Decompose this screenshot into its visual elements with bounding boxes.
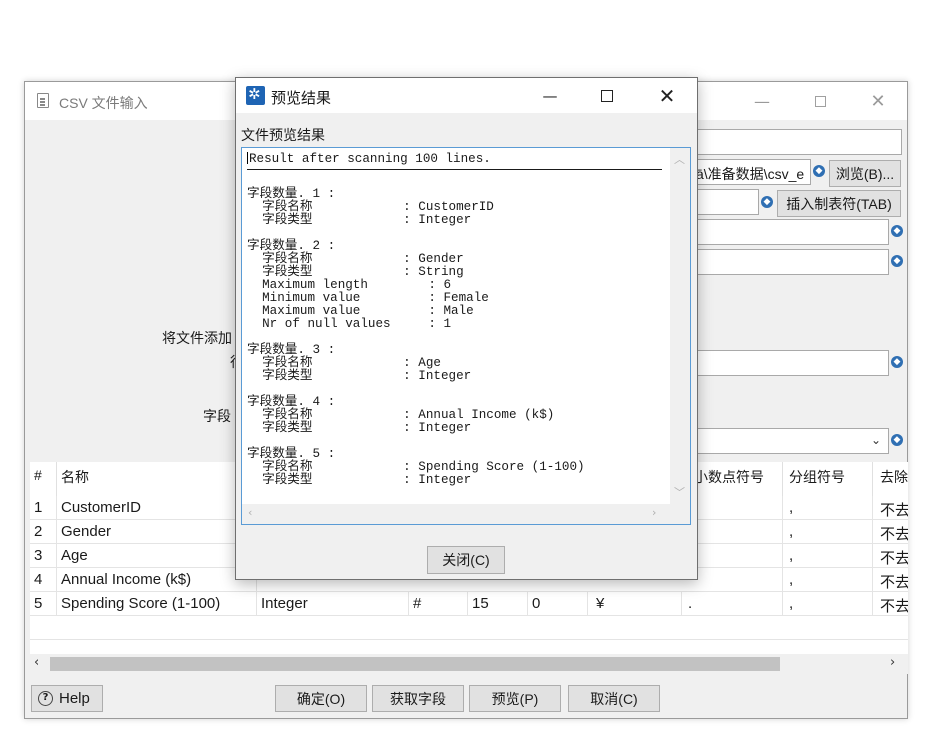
maximize-button[interactable] <box>579 78 635 113</box>
variable-icon[interactable]: ◆ <box>891 225 903 237</box>
row-number-field[interactable] <box>685 350 889 376</box>
field-name-cell[interactable]: Gender <box>57 520 257 544</box>
dialog-title: 预览结果 <box>271 90 332 107</box>
col-header-name[interactable]: 名称 <box>57 462 257 496</box>
variable-icon[interactable]: ◆ <box>891 255 903 267</box>
scroll-left-icon[interactable]: ‹ <box>34 655 39 670</box>
trim-cell[interactable]: 不去 <box>873 520 908 544</box>
kettle-app-icon <box>246 85 265 105</box>
field-name-cell[interactable]: Age <box>57 544 257 568</box>
preview-line: Nr of null values : 1 <box>247 317 452 331</box>
chevron-down-icon[interactable]: ⌄ <box>871 433 881 447</box>
field-label: 字段 <box>203 408 231 424</box>
preview-result-dialog: 预览结果 — ✕ 文件预览结果 Result after scanning 10… <box>235 77 698 580</box>
preview-line: 字段类型 : Integer <box>247 473 472 487</box>
close-button[interactable]: ✕ <box>855 82 901 120</box>
col-header-trim[interactable]: 去除 <box>873 462 908 496</box>
step-name-field[interactable] <box>685 129 902 155</box>
maximize-icon <box>814 95 826 107</box>
trim-cell[interactable]: 不去 <box>873 568 908 592</box>
insert-tab-button[interactable]: 插入制表符(TAB) <box>777 190 901 217</box>
variable-icon[interactable]: ◆ <box>891 356 903 368</box>
col-header-num[interactable]: # <box>30 462 57 496</box>
variable-icon[interactable]: ◆ <box>761 196 773 208</box>
trim-cell[interactable]: 不去 <box>873 496 908 520</box>
field-name-cell[interactable]: Spending Score (1-100) <box>57 592 257 616</box>
close-button[interactable]: 关闭(C) <box>427 546 505 574</box>
window-title: CSV 文件输入 <box>59 95 148 111</box>
currency-cell[interactable]: ¥ <box>588 592 682 616</box>
group-cell[interactable]: , <box>783 496 873 520</box>
group-cell[interactable]: , <box>783 568 873 592</box>
group-cell[interactable]: , <box>783 544 873 568</box>
variable-icon[interactable]: ◆ <box>813 165 825 177</box>
row-number: 2 <box>30 520 57 544</box>
cancel-button[interactable]: 取消(C) <box>568 685 660 712</box>
preview-line: 字段类型 : Integer <box>247 421 472 435</box>
add-file-label: 将文件添加 <box>162 330 232 346</box>
maximize-button[interactable] <box>797 82 843 120</box>
col-header-group[interactable]: 分组符号 <box>783 462 873 496</box>
file-preview-label: 文件预览结果 <box>241 127 325 143</box>
scroll-right-icon[interactable]: › <box>890 655 895 670</box>
browse-button[interactable]: 浏览(B)... <box>829 160 901 187</box>
help-button[interactable]: ? Help <box>31 685 103 712</box>
help-icon: ? <box>38 691 53 706</box>
group-cell[interactable]: , <box>783 520 873 544</box>
scroll-left-icon[interactable]: ‹ <box>248 506 252 519</box>
dialog-title-bar: 预览结果 — ✕ <box>236 78 697 113</box>
minimize-button[interactable]: — <box>522 78 578 113</box>
scan-summary: Result after scanning 100 lines. <box>249 152 491 166</box>
row-number: 5 <box>30 592 57 616</box>
scrollbar-thumb[interactable] <box>50 657 780 671</box>
minimize-button[interactable]: — <box>739 82 785 120</box>
type-cell[interactable]: Integer <box>257 592 409 616</box>
variable-icon[interactable]: ◆ <box>891 434 903 446</box>
length-cell[interactable]: 15 <box>468 592 528 616</box>
table-row[interactable]: 5 Spending Score (1-100) Integer # 15 0 … <box>30 592 908 616</box>
ok-button[interactable]: 确定(O) <box>275 685 367 712</box>
field-summary-lines: 字段数量. 1 : 字段名称 : CustomerID 字段类型 : Integ… <box>247 175 662 487</box>
scroll-right-icon[interactable]: › <box>652 506 656 519</box>
group-cell[interactable]: , <box>783 592 873 616</box>
trim-cell[interactable]: 不去 <box>873 592 908 616</box>
trim-cell[interactable]: 不去 <box>873 544 908 568</box>
row-number: 4 <box>30 568 57 592</box>
preview-text-area[interactable]: Result after scanning 100 lines. 字段数量. 1 … <box>241 147 691 525</box>
row-number: 3 <box>30 544 57 568</box>
field-name-cell[interactable]: CustomerID <box>57 496 257 520</box>
vertical-scrollbar[interactable]: ︿ ﹀ <box>670 148 690 506</box>
preview-line: 字段类型 : Integer <box>247 369 472 383</box>
document-icon <box>37 93 49 108</box>
scroll-up-icon[interactable]: ︿ <box>674 151 685 167</box>
encoding-select[interactable] <box>685 428 889 454</box>
nio-buffer-input[interactable] <box>685 249 889 275</box>
get-fields-button[interactable]: 获取字段 <box>372 685 464 712</box>
format-cell[interactable]: # <box>409 592 468 616</box>
precision-cell[interactable]: 0 <box>528 592 588 616</box>
decimal-cell[interactable]: . <box>682 592 783 616</box>
field-name-cell[interactable]: Annual Income (k$) <box>57 568 257 592</box>
help-label: Help <box>59 690 90 707</box>
filename-input[interactable]: ā\准备数据\csv_e <box>685 159 811 185</box>
horizontal-scrollbar[interactable]: ‹ › <box>242 504 690 524</box>
preview-text: Result after scanning 100 lines. 字段数量. 1 … <box>247 152 662 487</box>
preview-button[interactable]: 预览(P) <box>469 685 561 712</box>
close-icon[interactable]: ✕ <box>639 78 695 113</box>
preview-line: 字段类型 : Integer <box>247 213 472 227</box>
horizontal-scrollbar[interactable]: ‹ › <box>30 654 908 674</box>
row-number: 1 <box>30 496 57 520</box>
text-cursor <box>247 152 248 164</box>
enclosure-input[interactable] <box>685 219 889 245</box>
scroll-down-icon[interactable]: ﹀ <box>674 484 685 500</box>
maximize-icon <box>601 89 613 102</box>
separator-line <box>247 169 662 170</box>
table-row-empty[interactable] <box>30 616 908 640</box>
